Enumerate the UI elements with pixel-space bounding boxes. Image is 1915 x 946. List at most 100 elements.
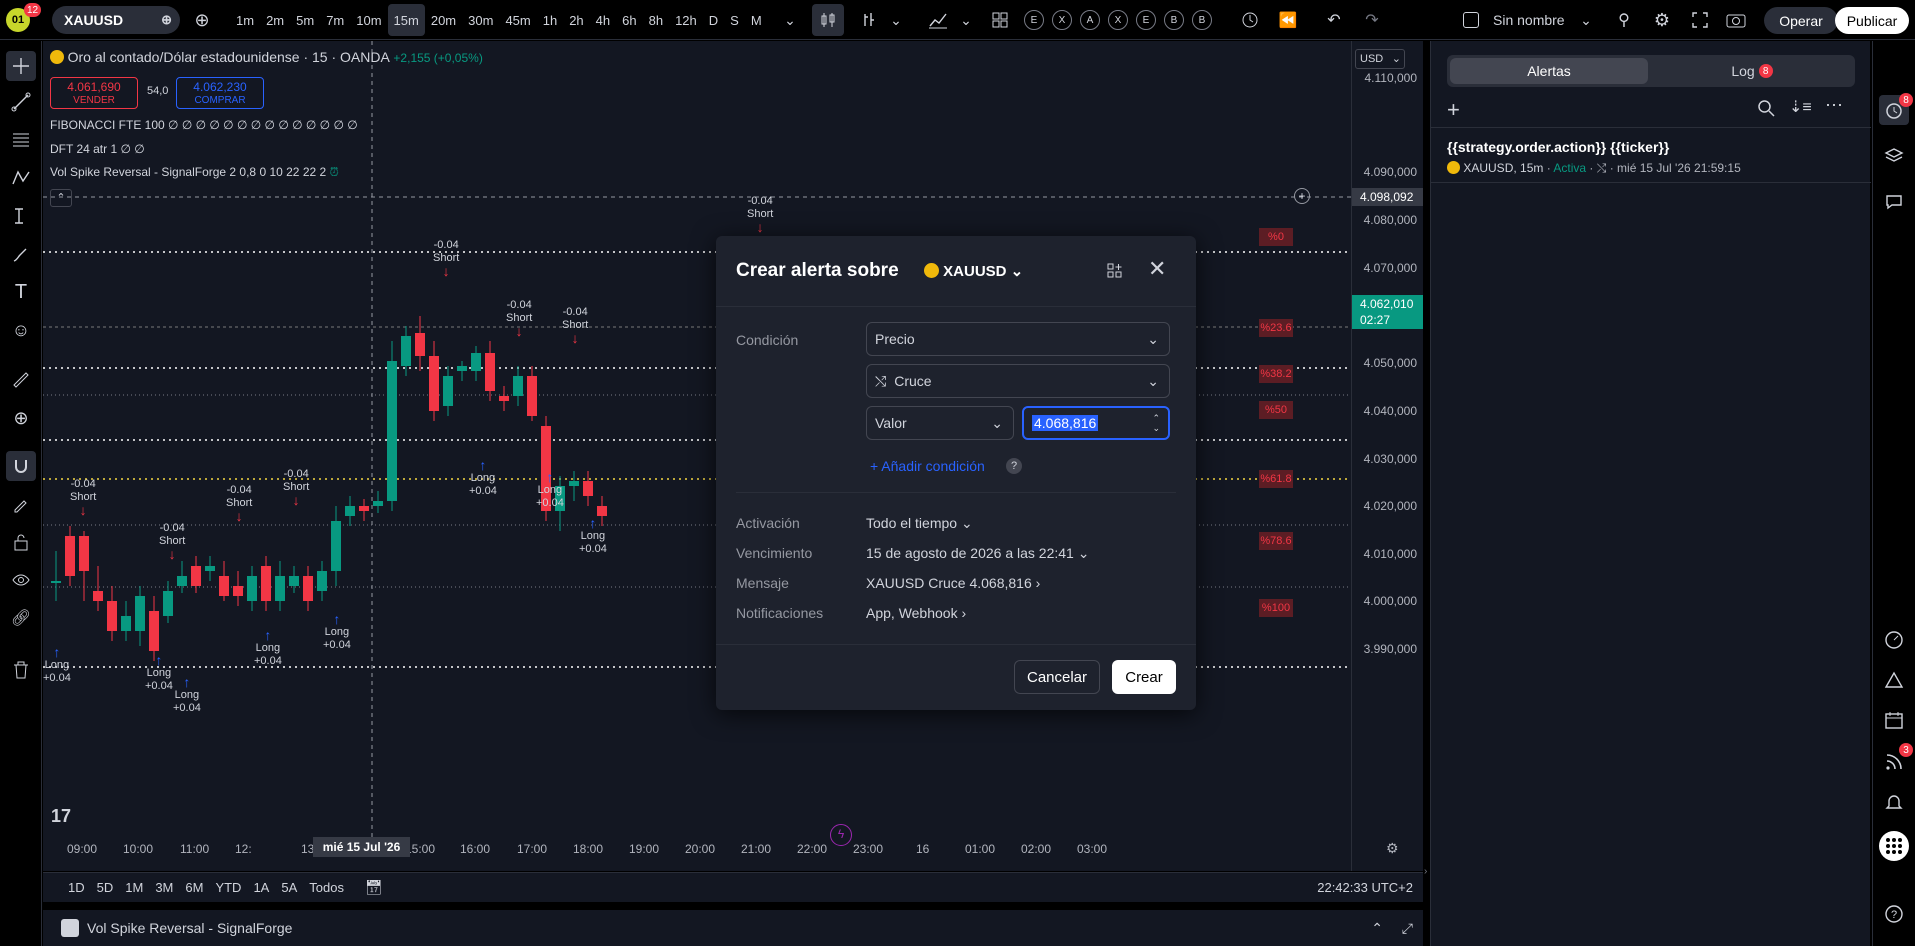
- fullscreen-icon[interactable]: [1688, 4, 1712, 36]
- alert-item[interactable]: {{strategy.order.action}} {{ticker}} XAU…: [1431, 129, 1871, 183]
- cancel-button[interactable]: Cancelar: [1014, 660, 1100, 694]
- tab-log[interactable]: Log 8: [1652, 58, 1852, 84]
- currency-select[interactable]: USD ⌄: [1355, 49, 1405, 69]
- interval-1m[interactable]: 1m: [230, 4, 260, 36]
- indicator-vol-spike[interactable]: Vol Spike Reversal - SignalForge 2 0,8 0…: [50, 165, 339, 180]
- range-Todos[interactable]: Todos: [306, 880, 347, 895]
- indicator-shortcut-icon[interactable]: A: [1080, 10, 1100, 30]
- create-button[interactable]: Crear: [1112, 660, 1176, 694]
- range-1M[interactable]: 1M: [122, 880, 146, 895]
- clock[interactable]: 22:42:33 UTC+2: [1317, 880, 1413, 895]
- source-select[interactable]: Precio ⌄: [866, 322, 1170, 356]
- dialog-symbol-select[interactable]: XAUUSD ⌄: [924, 262, 1023, 280]
- gear-icon[interactable]: ⚙: [1650, 4, 1674, 36]
- panel-toggle[interactable]: ›: [1424, 866, 1427, 877]
- ideas-icon[interactable]: [1879, 665, 1909, 695]
- fib-tool-icon[interactable]: [6, 125, 36, 155]
- interval-45m[interactable]: 45m: [499, 4, 536, 36]
- magnet-icon[interactable]: [6, 451, 36, 481]
- more-icon[interactable]: ⋯: [1825, 95, 1843, 116]
- strategy-title[interactable]: Vol Spike Reversal - SignalForge: [87, 920, 292, 936]
- trendline-icon[interactable]: [6, 87, 36, 117]
- indicator-shortcut-icon[interactable]: X: [1052, 10, 1072, 30]
- indicator-shortcut-icon[interactable]: E: [1024, 10, 1044, 30]
- message-link[interactable]: XAUUSD Cruce 4.068,816 ›: [866, 575, 1040, 591]
- pattern-icon[interactable]: [6, 163, 36, 193]
- bar-type-icon[interactable]: [858, 4, 882, 36]
- replay-icon[interactable]: ⏪: [1276, 4, 1300, 36]
- activation-select[interactable]: Todo el tiempo ⌄: [866, 515, 973, 532]
- notifications-link[interactable]: App, Webhook ›: [866, 605, 966, 621]
- alert-icon[interactable]: [1238, 4, 1262, 36]
- sell-button[interactable]: 4.061,690 VENDER: [50, 77, 138, 109]
- undo-icon[interactable]: ↶: [1322, 4, 1346, 36]
- emoji-icon[interactable]: ☺: [6, 315, 36, 345]
- price-scale[interactable]: USD ⌄ 4.110,000 4.090,000 4.080,000 4.070,00…: [1351, 41, 1423, 871]
- calendar-icon[interactable]: [1879, 705, 1909, 735]
- redo-icon[interactable]: ↷: [1360, 4, 1384, 36]
- ruler-icon[interactable]: [6, 365, 36, 395]
- indicators-icon[interactable]: [926, 4, 950, 36]
- range-6M[interactable]: 6M: [182, 880, 206, 895]
- value-type-select[interactable]: Valor ⌄: [866, 406, 1014, 440]
- indicator-fibonacci[interactable]: FIBONACCI FTE 100 ∅ ∅ ∅ ∅ ∅ ∅ ∅ ∅ ∅ ∅ ∅ …: [50, 118, 358, 132]
- indicator-shortcut-icon[interactable]: B: [1164, 10, 1184, 30]
- layers-icon[interactable]: [1879, 141, 1909, 171]
- templates-icon[interactable]: [988, 4, 1012, 36]
- interval-5m[interactable]: 5m: [290, 4, 320, 36]
- interval-10m[interactable]: 10m: [350, 4, 387, 36]
- range-YTD[interactable]: YTD: [212, 880, 244, 895]
- trade-button[interactable]: Operar: [1764, 7, 1838, 34]
- chevron-down-icon[interactable]: ⌄: [1578, 4, 1594, 36]
- interval-S[interactable]: S: [724, 4, 745, 36]
- apps-icon[interactable]: [1879, 831, 1909, 861]
- interval-M[interactable]: M: [745, 4, 768, 36]
- crosshair-plus-icon[interactable]: +: [1294, 188, 1310, 204]
- target-icon[interactable]: [1879, 625, 1909, 655]
- layout-name[interactable]: Sin nombre: [1493, 4, 1565, 36]
- value-input[interactable]: 4.068,816 ⌃ ⌄: [1022, 406, 1170, 440]
- interval-15m[interactable]: 15m: [387, 4, 425, 36]
- text-icon[interactable]: T: [6, 277, 36, 307]
- chevron-up-icon[interactable]: ⌃: [1371, 920, 1383, 937]
- candles-icon[interactable]: [812, 4, 844, 36]
- expand-icon[interactable]: ⤢: [1402, 920, 1413, 937]
- chevron-down-icon[interactable]: ⌄: [888, 4, 904, 36]
- indicator-shortcut-icon[interactable]: B: [1192, 10, 1212, 30]
- interval-12h[interactable]: 12h: [669, 4, 703, 36]
- indicator-shortcut-icon[interactable]: E: [1136, 10, 1156, 30]
- range-1D[interactable]: 1D: [65, 880, 88, 895]
- range-1A[interactable]: 1A: [250, 880, 272, 895]
- range-5A[interactable]: 5A: [278, 880, 300, 895]
- interval-2h[interactable]: 2h: [563, 4, 589, 36]
- chat-icon[interactable]: [1879, 187, 1909, 217]
- quick-search-icon[interactable]: ⚲: [1612, 4, 1636, 36]
- crosshair-icon[interactable]: [6, 51, 36, 81]
- search-icon[interactable]: [1757, 99, 1775, 120]
- collapse-legend-button[interactable]: ⌃: [50, 189, 72, 207]
- trash-icon[interactable]: [6, 655, 36, 685]
- interval-7m[interactable]: 7m: [320, 4, 350, 36]
- tab-alerts[interactable]: Alertas: [1450, 58, 1648, 84]
- interval-6h[interactable]: 6h: [616, 4, 642, 36]
- indicator-shortcut-icon[interactable]: X: [1108, 10, 1128, 30]
- date-range-icon[interactable]: 📅︎: [365, 879, 383, 896]
- widget-icon[interactable]: [1106, 262, 1124, 285]
- range-5D[interactable]: 5D: [94, 880, 117, 895]
- zoom-icon[interactable]: ⊕: [6, 403, 36, 433]
- publish-button[interactable]: Publicar: [1835, 7, 1909, 34]
- interval-1h[interactable]: 1h: [537, 4, 563, 36]
- add-symbol-icon[interactable]: ⊕: [190, 4, 214, 36]
- symbol-search[interactable]: XAUUSD ⊕: [52, 6, 180, 34]
- expiry-select[interactable]: 15 de agosto de 2026 a las 22:41 ⌄: [866, 545, 1089, 562]
- help-icon[interactable]: ?: [1006, 458, 1022, 474]
- stepper-icon[interactable]: ⌃ ⌄: [1152, 413, 1160, 433]
- lightning-icon[interactable]: ϟ: [830, 824, 852, 846]
- chevron-down-icon[interactable]: ⌄: [780, 4, 800, 36]
- interval-20m[interactable]: 20m: [425, 4, 462, 36]
- help-icon[interactable]: ?: [1879, 899, 1909, 929]
- add-condition-link[interactable]: + Añadir condición: [870, 458, 985, 474]
- sort-icon[interactable]: ⇣≡: [1789, 97, 1812, 117]
- draw-lock-icon[interactable]: [6, 489, 36, 519]
- range-3M[interactable]: 3M: [152, 880, 176, 895]
